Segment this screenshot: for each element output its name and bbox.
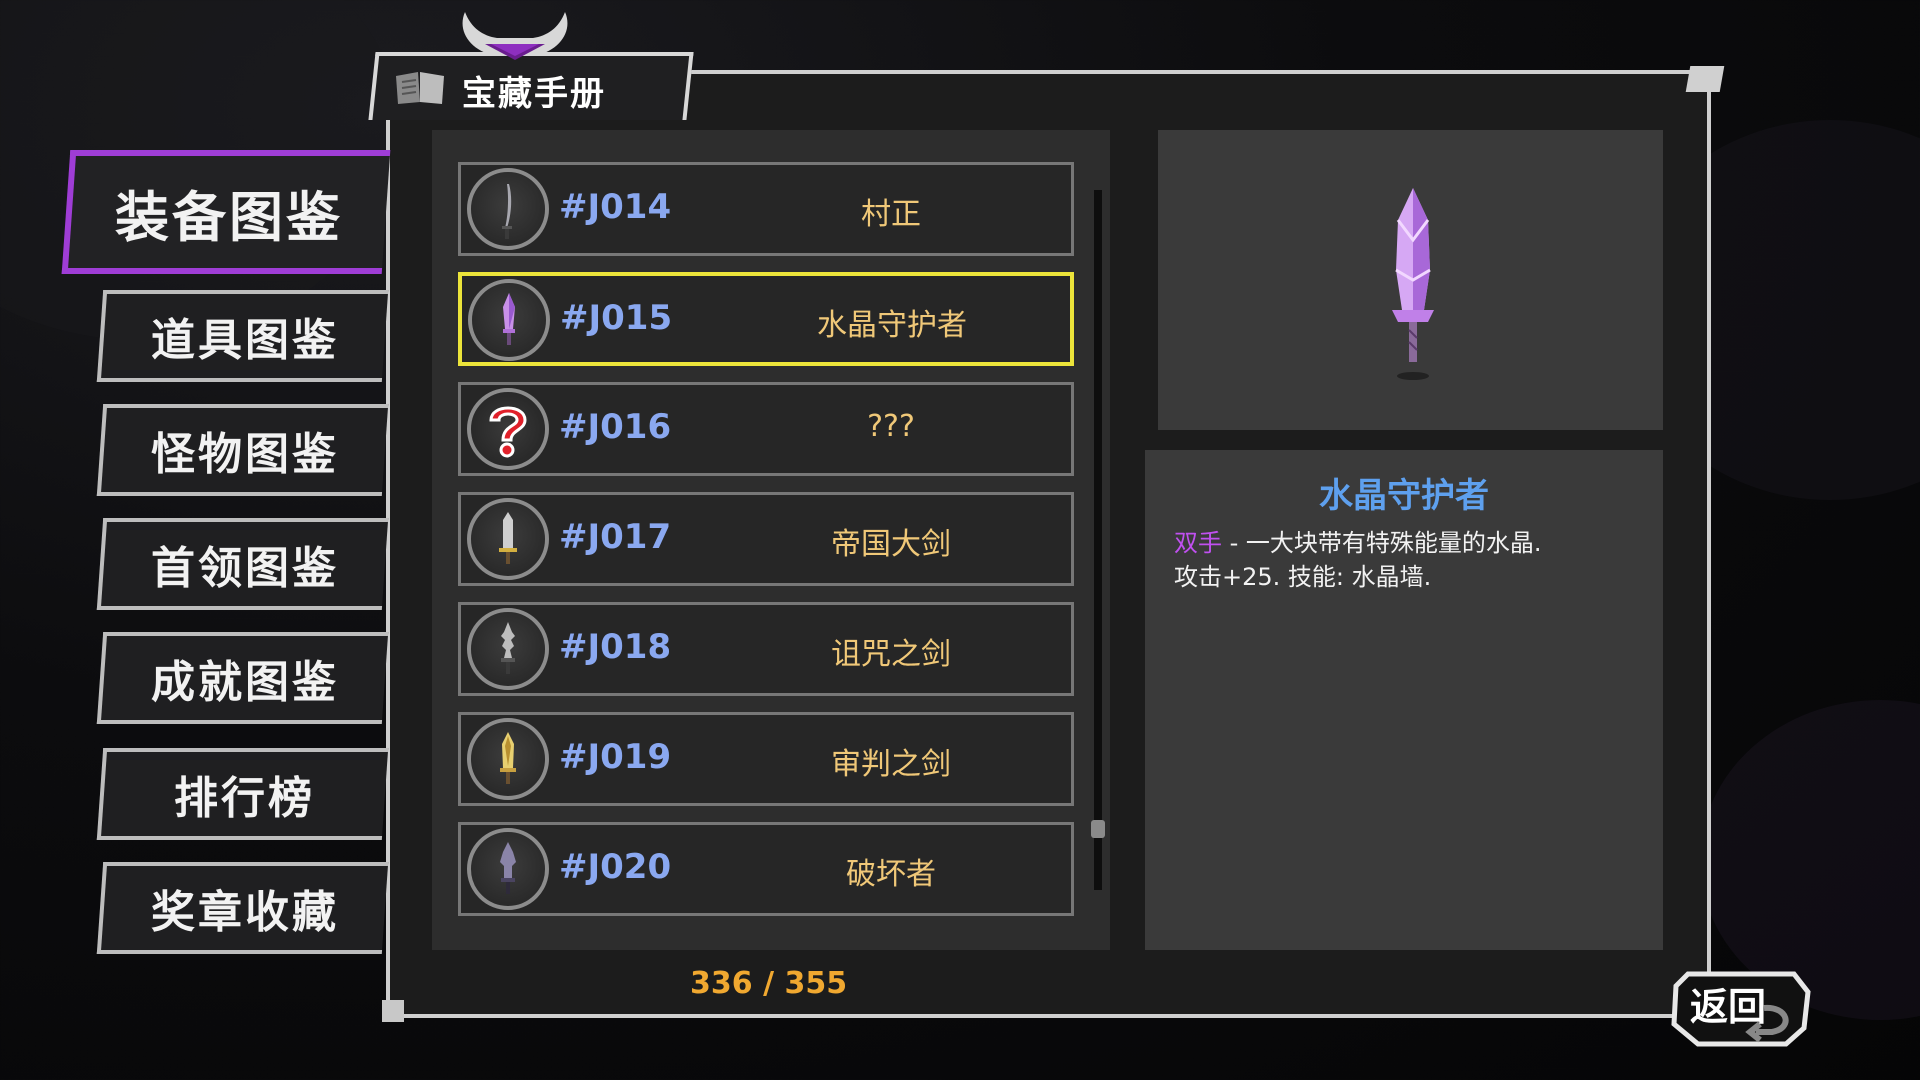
katana-icon xyxy=(467,168,549,250)
crystal-sword-icon xyxy=(1392,188,1434,380)
menu-item-label: 装备图鉴 xyxy=(115,185,343,249)
list-item[interactable]: #J019 审判之剑 xyxy=(458,712,1074,806)
list-item[interactable]: #J016 ??? xyxy=(458,382,1074,476)
menu-item-label: 怪物图鉴 xyxy=(150,429,339,480)
menu-item-equipment-codex[interactable]: 装备图鉴 xyxy=(61,150,391,274)
item-code: #J015 xyxy=(560,298,673,338)
menu-item-label: 排行榜 xyxy=(174,773,315,824)
item-name: ??? xyxy=(867,409,915,444)
menu-item-leaderboard[interactable]: 排行榜 xyxy=(96,748,389,840)
item-description-line1: - 一大块带有特殊能量的水晶. xyxy=(1222,529,1542,557)
dark-sword-icon xyxy=(467,828,549,910)
menu-item-medal-collection[interactable]: 奖章收藏 xyxy=(96,862,389,954)
item-preview xyxy=(1158,130,1663,430)
cursed-sword-icon xyxy=(467,608,549,690)
menu-item-label: 奖章收藏 xyxy=(150,887,339,938)
list-item[interactable]: #J017 帝国大剑 xyxy=(458,492,1074,586)
item-title: 水晶守护者 xyxy=(1319,476,1489,516)
scrollbar-thumb[interactable] xyxy=(1091,820,1105,838)
menu-item-label: 道具图鉴 xyxy=(150,315,339,366)
item-name: 审判之剑 xyxy=(831,747,951,782)
item-code: #J020 xyxy=(559,847,672,887)
item-code: #J017 xyxy=(559,517,672,557)
list-item[interactable]: #J014 村正 xyxy=(458,162,1074,256)
golden-sword-icon xyxy=(467,718,549,800)
crystal-sword-icon xyxy=(468,279,550,361)
book-icon xyxy=(396,72,444,104)
item-description-line2: 攻击+25. 技能: 水晶墙. xyxy=(1174,563,1432,591)
list-item[interactable]: #J018 诅咒之剑 xyxy=(458,602,1074,696)
scrollbar[interactable] xyxy=(1094,190,1102,890)
list-item-selected[interactable]: #J015 水晶守护者 xyxy=(458,272,1074,366)
item-info-panel xyxy=(1145,450,1663,950)
menu-item-label: 首领图鉴 xyxy=(150,543,339,594)
item-code: #J014 xyxy=(559,187,672,227)
item-type-tag: 双手 xyxy=(1174,529,1222,557)
item-name: 帝国大剑 xyxy=(831,527,951,562)
item-code: #J018 xyxy=(559,627,672,667)
menu-item-label: 成就图鉴 xyxy=(150,657,339,708)
item-description: 双手 - 一大块带有特殊能量的水晶. 攻击+25. 技能: 水晶墙. xyxy=(1174,526,1644,594)
return-label: 返回 xyxy=(1690,985,1767,1029)
menu-item-achievement-codex[interactable]: 成就图鉴 xyxy=(96,632,389,724)
menu-item-boss-codex[interactable]: 首领图鉴 xyxy=(96,518,389,610)
item-name: 破坏者 xyxy=(846,857,936,892)
item-code: #J019 xyxy=(559,737,672,777)
menu-item-monster-codex[interactable]: 怪物图鉴 xyxy=(96,404,389,496)
demon-horns-icon xyxy=(462,12,568,60)
question-mark-icon xyxy=(467,388,549,470)
item-name: 村正 xyxy=(861,197,921,232)
panel-corner xyxy=(1685,66,1725,92)
list-item[interactable]: #J020 破坏者 xyxy=(458,822,1074,916)
item-name: 诅咒之剑 xyxy=(831,637,951,672)
collection-progress: 336 / 355 xyxy=(690,966,848,1001)
item-name: 水晶守护者 xyxy=(817,308,967,343)
page-title: 宝藏手册 xyxy=(462,74,606,114)
item-code: #J016 xyxy=(559,407,672,447)
greatsword-icon xyxy=(467,498,549,580)
menu-item-item-codex[interactable]: 道具图鉴 xyxy=(96,290,389,382)
panel-corner xyxy=(382,1000,404,1022)
